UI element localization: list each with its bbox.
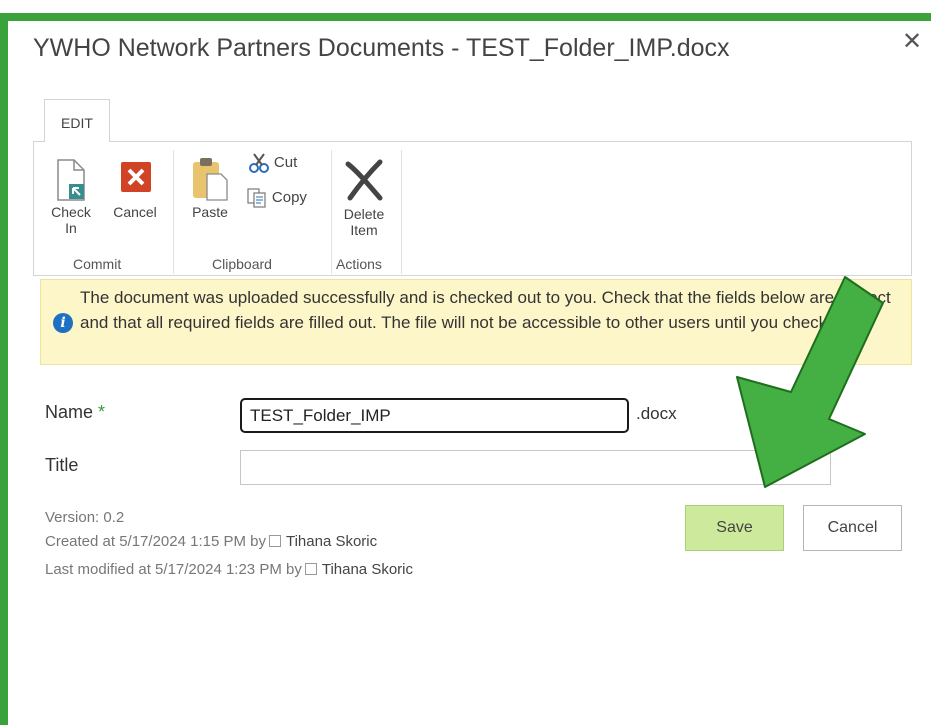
name-input[interactable] (240, 398, 629, 433)
check-in-label: Check In (51, 204, 91, 236)
check-in-icon (57, 159, 85, 201)
highlight-frame-left (0, 13, 8, 725)
title-input[interactable] (240, 450, 831, 485)
group-label-clipboard: Clipboard (212, 256, 272, 272)
cut-button[interactable]: Cut (248, 152, 308, 174)
title-field-label: Title (45, 455, 79, 475)
modified-info: Last modified at 5/17/2024 1:23 PM by Tih… (45, 561, 413, 578)
scissors-icon (249, 153, 269, 173)
status-message: i The document was uploaded successfully… (40, 279, 912, 365)
presence-icon (304, 563, 317, 576)
close-icon[interactable]: ✕ (898, 28, 926, 56)
paste-icon (193, 158, 228, 201)
info-icon: i (53, 313, 73, 333)
paste-label: Paste (192, 204, 228, 220)
copy-icon (247, 188, 266, 208)
cancel-button[interactable]: Cancel (803, 505, 902, 551)
group-label-commit: Commit (73, 256, 122, 272)
delete-icon (345, 159, 383, 201)
group-label-actions: Actions (336, 256, 382, 272)
created-info: Created at 5/17/2024 1:15 PM by Tihana Sk… (45, 533, 377, 550)
presence-icon (268, 535, 281, 548)
ribbon-separator (173, 150, 174, 274)
file-extension: .docx (636, 404, 677, 423)
discard-checkout-icon (121, 162, 151, 192)
modified-by-user[interactable]: Tihana Skoric (322, 561, 413, 578)
save-button[interactable]: Save (685, 505, 784, 551)
version-text: Version: 0.2 (45, 509, 125, 526)
name-label-text: Name (45, 402, 94, 422)
status-message-text: The document was uploaded successfully a… (80, 288, 891, 332)
ribbon-separator (401, 150, 402, 274)
delete-item-button[interactable]: Delete Item (336, 158, 392, 238)
name-field-label: Name * (45, 402, 105, 423)
highlight-frame-top (0, 13, 931, 21)
delete-item-label: Delete Item (343, 206, 385, 238)
discard-checkout-label: Cancel (113, 204, 157, 220)
dialog-title: YWHO Network Partners Documents - TEST_F… (33, 34, 730, 62)
created-text: Created at 5/17/2024 1:15 PM by (45, 533, 266, 550)
copy-button[interactable]: Copy (246, 187, 316, 209)
tab-edit[interactable]: EDIT (44, 99, 110, 142)
ribbon: Check In Cancel Paste Cut Copy Delete It… (33, 141, 912, 276)
cut-label: Cut (273, 154, 298, 171)
check-in-button[interactable]: Check In (44, 158, 98, 236)
required-indicator: * (98, 402, 106, 422)
created-by-user[interactable]: Tihana Skoric (286, 533, 377, 550)
ribbon-separator (331, 150, 332, 274)
paste-button[interactable]: Paste (184, 154, 236, 220)
modified-text: Last modified at 5/17/2024 1:23 PM by (45, 561, 302, 578)
discard-checkout-button[interactable]: Cancel (108, 158, 162, 220)
copy-label: Copy (271, 189, 307, 206)
